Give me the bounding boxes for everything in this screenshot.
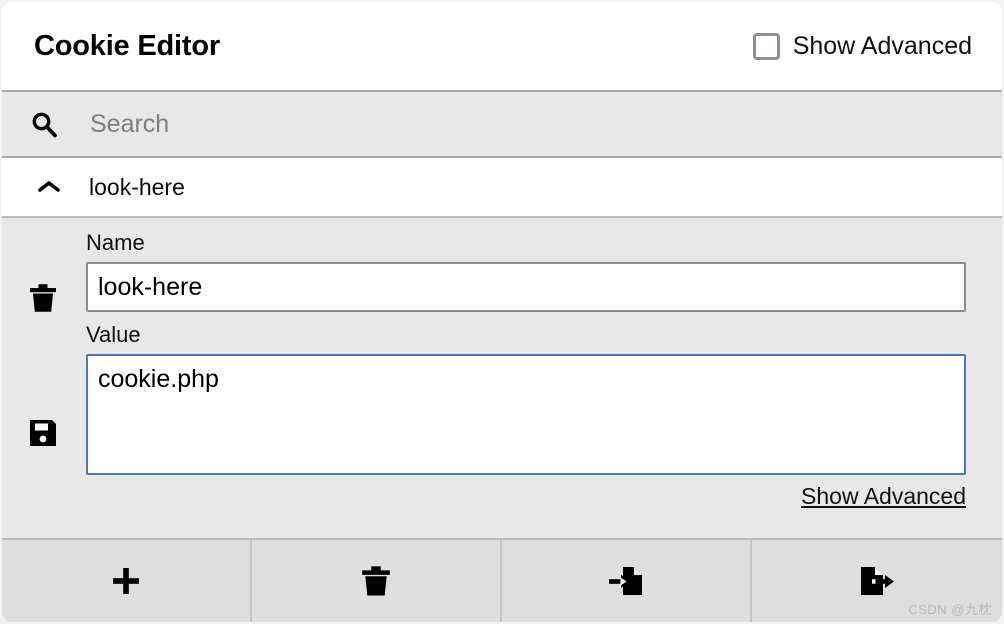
- name-field-label: Name: [86, 230, 145, 255]
- cookie-fields: Name Value Show Advanced: [86, 232, 966, 510]
- show-advanced-link[interactable]: Show Advanced: [801, 483, 966, 510]
- name-input[interactable]: [86, 262, 966, 312]
- bottom-toolbar: [2, 540, 1002, 622]
- search-input[interactable]: [90, 109, 790, 139]
- search-icon: [30, 110, 58, 138]
- checkbox-unchecked-icon[interactable]: [752, 32, 780, 60]
- value-textarea[interactable]: [86, 354, 966, 475]
- header-bar: Cookie Editor Show Advanced: [2, 2, 1002, 90]
- cookie-detail-panel: Name Value Show Advanced: [2, 218, 1002, 540]
- delete-cookie-button[interactable]: [26, 281, 60, 315]
- import-document-icon: [609, 567, 642, 595]
- trash-icon: [362, 566, 390, 596]
- cookie-item-label: look-here: [89, 173, 185, 200]
- trash-icon: [30, 284, 56, 312]
- export-document-icon: [861, 567, 894, 595]
- chevron-up-icon[interactable]: [34, 179, 64, 195]
- search-bar[interactable]: [2, 90, 1002, 158]
- delete-all-cookies-button[interactable]: [252, 540, 502, 622]
- value-field-label: Value: [86, 322, 141, 347]
- floppy-disk-save-icon: [30, 420, 56, 446]
- show-advanced-label: Show Advanced: [792, 31, 972, 60]
- export-cookies-button[interactable]: [752, 540, 1002, 622]
- add-cookie-button[interactable]: [2, 540, 252, 622]
- save-cookie-button[interactable]: [26, 416, 60, 450]
- show-advanced-toggle[interactable]: Show Advanced: [752, 31, 972, 61]
- cookie-list-item-look-here[interactable]: look-here: [2, 158, 1002, 218]
- cookie-side-actions: [2, 218, 86, 538]
- cookie-editor-app: Cookie Editor Show Advanced Search look-…: [0, 0, 1004, 624]
- import-cookies-button[interactable]: [502, 540, 752, 622]
- extension-popup-window: Cookie Editor Show Advanced Search look-…: [2, 2, 1002, 622]
- plus-icon: [113, 568, 139, 594]
- advanced-link-row: Show Advanced: [86, 483, 966, 510]
- page-title: Cookie Editor: [34, 29, 220, 62]
